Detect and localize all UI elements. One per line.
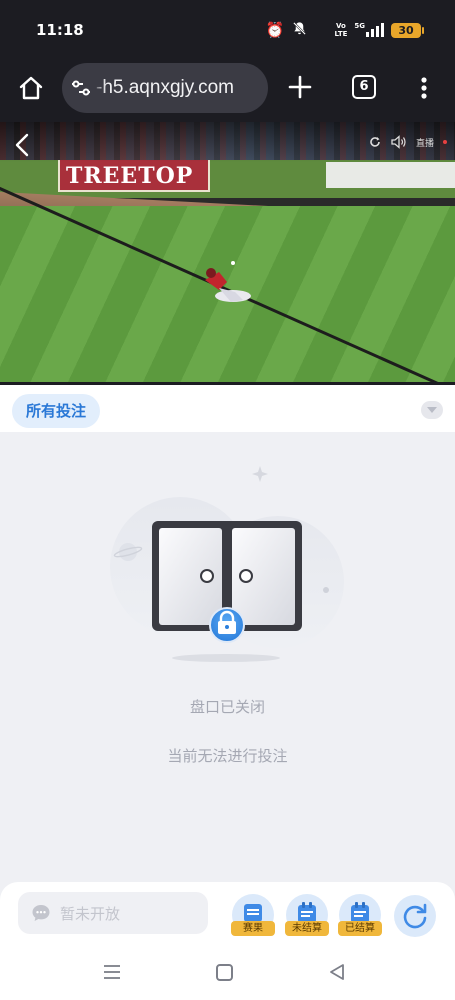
- system-home-icon[interactable]: [216, 964, 233, 981]
- status-bar: 11:18 ⏰ Vo LTE 5G 30: [0, 0, 455, 60]
- empty-state-subtitle: 当前无法进行投注: [167, 747, 288, 765]
- market-closed-illustration: [110, 466, 344, 662]
- volte-icon: Vo LTE: [335, 22, 348, 38]
- empty-state: 盘口已关闭 当前无法进行投注: [0, 432, 455, 882]
- address-bar[interactable]: -h5.aqnxgjy.com: [62, 63, 268, 113]
- new-tab-button[interactable]: [286, 73, 314, 101]
- system-back-icon[interactable]: [328, 963, 346, 981]
- status-time: 11:18: [36, 21, 84, 39]
- unsettled-label: 未结算: [285, 921, 329, 936]
- home-icon: [19, 76, 43, 100]
- video-wall-ad: [326, 162, 455, 188]
- chat-bubble-icon: [32, 905, 50, 921]
- signal-label: 5G: [354, 22, 365, 30]
- refresh-button[interactable]: [394, 895, 436, 937]
- settled-button[interactable]: 已结算: [338, 894, 382, 936]
- back-button[interactable]: [12, 132, 34, 158]
- video-wall-sign: TREETOP: [58, 160, 210, 192]
- tab-all-bets[interactable]: 所有投注: [12, 394, 101, 428]
- video-player[interactable]: TREETOP 直播: [0, 122, 455, 382]
- url-text: -h5.aqnxgjy.com: [96, 77, 234, 98]
- unsettled-button[interactable]: 未结算: [285, 894, 329, 936]
- chat-input[interactable]: 暂未开放: [18, 892, 208, 934]
- video-controls-bar: 直播: [0, 122, 455, 162]
- system-nav-bar: [0, 946, 455, 1000]
- settled-label: 已结算: [338, 921, 382, 936]
- refresh-icon: [403, 903, 427, 929]
- lte-label: LTE: [334, 30, 348, 38]
- refresh-stream-icon[interactable]: [368, 135, 382, 149]
- site-settings-icon[interactable]: [70, 78, 92, 98]
- volume-icon[interactable]: [391, 135, 407, 149]
- plus-icon: [288, 75, 312, 99]
- video-player-figure: [205, 261, 251, 302]
- bottom-action-bar: 暂未开放 赛果 未结算 已结算: [0, 882, 455, 946]
- collapse-toggle-button[interactable]: [421, 401, 443, 419]
- tab-switcher-button[interactable]: 6: [352, 75, 376, 99]
- battery-indicator: 30: [391, 22, 424, 38]
- video-controls: 直播: [368, 135, 447, 149]
- bet-tabs-bar: 所有投注: [0, 382, 455, 432]
- url-fade: [92, 63, 106, 113]
- alarm-icon: ⏰: [265, 20, 285, 39]
- moon-icon: [314, 22, 328, 39]
- chevron-left-icon: [15, 133, 29, 157]
- empty-state-title: 盘口已关闭: [189, 698, 265, 716]
- volte-label: Vo: [336, 22, 346, 30]
- live-dot-icon: [443, 140, 447, 144]
- recent-apps-icon[interactable]: [103, 964, 121, 980]
- chat-placeholder: 暂未开放: [60, 905, 121, 923]
- status-icons: ⏰ Vo LTE 5G 30: [265, 19, 424, 41]
- browser-toolbar: -h5.aqnxgjy.com 6: [0, 60, 455, 122]
- notifications-off-icon: [292, 21, 307, 39]
- more-vert-icon: [421, 77, 427, 99]
- home-button[interactable]: [16, 73, 46, 103]
- results-label: 赛果: [231, 921, 275, 936]
- browser-menu-button[interactable]: [416, 74, 432, 102]
- signal-icon: 5G: [354, 23, 384, 37]
- results-button[interactable]: 赛果: [231, 894, 275, 936]
- live-label: 直播: [415, 138, 434, 149]
